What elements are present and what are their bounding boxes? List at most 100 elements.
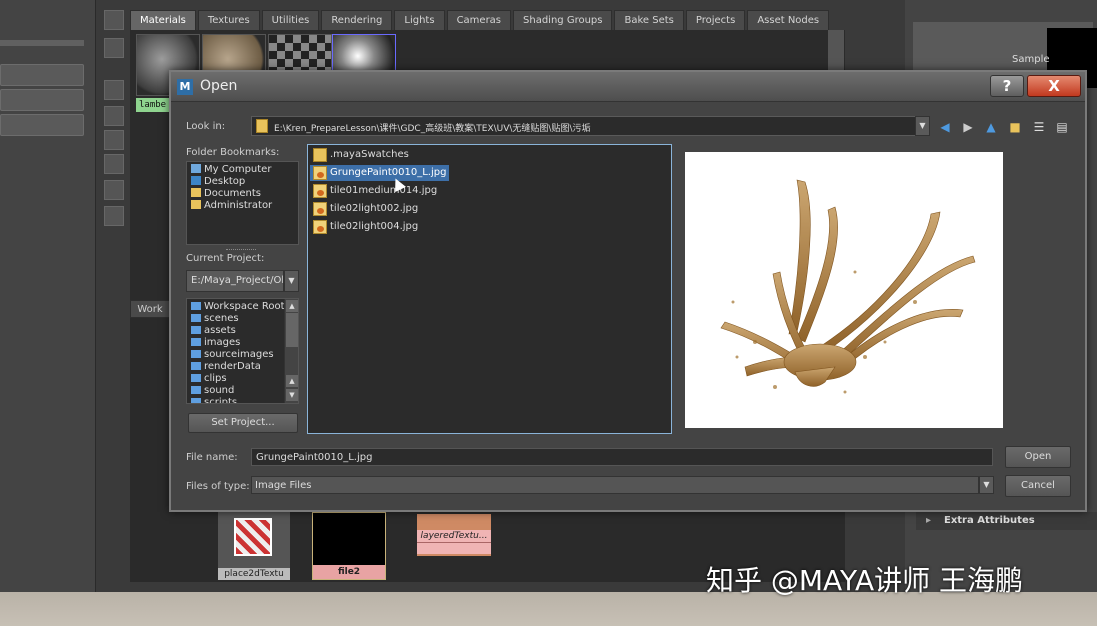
folder-icon [191,188,201,197]
left-panel-bar-2[interactable] [0,89,84,111]
workspace-scrollbar[interactable]: ▲ ▲ ▼ [284,299,298,403]
tab-projects[interactable]: Projects [685,10,746,30]
file-name-label: File name: [186,452,238,463]
workspace-item[interactable]: renderData [191,361,261,372]
lookin-combo[interactable]: E:\Kren_PrepareLesson\课件\GDC_高级班\教案\TEX\… [251,116,930,136]
scroll-thumb[interactable] [286,313,298,347]
workspace-item[interactable]: images [191,337,240,348]
scroll-up-icon[interactable]: ▲ [286,300,298,312]
up-folder-icon[interactable]: ▲ [983,119,999,135]
folder-icon [191,362,201,370]
detail-view-icon[interactable]: ▤ [1054,119,1070,135]
lookin-path: E:\Kren_PrepareLesson\课件\GDC_高级班\教案\TEX\… [274,124,591,134]
file-list: .mayaSwatches GrungePaint0010_L.jpg tile… [307,144,672,434]
node-label: file2 [313,565,385,579]
workspace-item[interactable]: sourceimages [191,349,274,360]
tab-lights[interactable]: Lights [394,10,445,30]
image-file-icon [313,166,327,180]
tab-textures[interactable]: Textures [197,10,260,30]
workspace-item[interactable]: scenes [191,313,239,324]
open-button[interactable]: Open [1005,446,1071,468]
file-type-select[interactable]: Image Files [251,476,979,494]
file-type-dropdown[interactable]: ▼ [979,476,994,494]
watermark-text: 知乎 @MAYA讲师 王海鹏 [706,564,1024,597]
bookmarks-list: My Computer Desktop Documents Administra… [186,161,299,245]
computer-icon [191,164,201,173]
file-item[interactable]: tile02light004.jpg [310,219,418,235]
user-folder-icon [191,200,201,209]
tab-bake-sets[interactable]: Bake Sets [614,10,684,30]
scroll-down-icon[interactable]: ▼ [286,389,298,401]
maya-logo-icon: M [177,79,193,95]
workspace-item[interactable]: sound [191,385,234,396]
folder-icon [191,302,201,310]
work-area-tab[interactable]: Work [130,300,170,318]
left-panel-strip [0,40,84,46]
tab-materials[interactable]: Materials [130,10,196,30]
scroll-up-icon[interactable]: ▲ [286,375,298,387]
tab-cameras[interactable]: Cameras [446,10,512,30]
image-file-icon [313,220,327,234]
image-file-icon [313,184,327,198]
node-file2[interactable]: file2 [312,512,386,580]
tool-button[interactable] [104,80,124,100]
tab-shading-groups[interactable]: Shading Groups [513,10,613,30]
file-type-label: Files of type: [186,481,250,492]
hypershade-tabs: Materials Textures Utilities Rendering L… [130,10,830,30]
dialog-title: Open [200,78,238,94]
file-item-selected[interactable]: GrungePaint0010_L.jpg [310,165,450,181]
tool-button[interactable] [104,130,124,150]
bookmark-documents[interactable]: Documents [191,188,261,199]
tool-button[interactable] [104,180,124,200]
desktop-icon [191,176,201,185]
lookin-dropdown-button[interactable]: ▼ [915,116,930,136]
bookmark-desktop[interactable]: Desktop [191,176,245,187]
sample-label: Sample [1012,54,1050,65]
left-panel-bar-3[interactable] [0,114,84,136]
folder-icon [191,338,201,346]
tab-rendering[interactable]: Rendering [321,10,393,30]
file-name-input[interactable]: GrungePaint0010_L.jpg [251,448,993,466]
extra-attributes-section[interactable]: ▸ Extra Attributes [916,512,1097,530]
workspace-item[interactable]: clips [191,373,227,384]
workspace-item[interactable]: Workspace Root [191,301,285,312]
tool-button[interactable] [104,106,124,126]
current-project-dropdown[interactable]: ▼ [284,270,299,292]
panel-splitter[interactable] [226,249,256,251]
folder-icon [191,374,201,382]
tab-asset-nodes[interactable]: Asset Nodes [747,10,830,30]
node-label: layeredTextu... [417,530,491,542]
tool-button[interactable] [104,10,124,30]
node-ports[interactable] [417,542,491,554]
workspace-item[interactable]: scripts [191,397,237,403]
forward-arrow-icon[interactable]: ▶ [960,119,976,135]
file-item-folder[interactable]: .mayaSwatches [310,147,409,163]
bookmark-administrator[interactable]: Administrator [191,200,272,211]
current-project-label: Current Project: [186,253,265,264]
close-button[interactable]: X [1027,75,1081,97]
workspace-item[interactable]: assets [191,325,236,336]
hypershade-toolbar [100,8,128,288]
back-arrow-icon[interactable]: ◀ [937,119,953,135]
tool-button[interactable] [104,154,124,174]
tool-button[interactable] [104,38,124,58]
file-item[interactable]: tile01medium014.jpg [310,183,437,199]
tab-utilities[interactable]: Utilities [261,10,320,30]
list-view-icon[interactable]: ☰ [1031,119,1047,135]
node-layered-texture[interactable]: layeredTextu... [417,514,491,556]
set-project-button[interactable]: Set Project... [188,413,298,433]
cancel-button[interactable]: Cancel [1005,475,1071,497]
node-place2d[interactable]: place2dTextu [218,512,290,580]
folder-icon [191,386,201,394]
dialog-titlebar[interactable]: M Open ? X [171,72,1085,102]
left-panel-bar-1[interactable] [0,64,84,86]
new-folder-icon[interactable]: ■ [1007,119,1023,135]
tool-button[interactable] [104,206,124,226]
help-button[interactable]: ? [990,75,1024,97]
file-item[interactable]: tile02light002.jpg [310,201,418,217]
open-dialog: M Open ? X Look in: E:\Kren_PrepareLesso… [169,70,1087,512]
current-project-combo[interactable]: E:/Maya_Project/Olc [186,270,284,292]
swatch-scrollbar[interactable] [828,30,844,70]
image-file-icon [313,202,327,216]
bookmark-my-computer[interactable]: My Computer [191,164,271,175]
